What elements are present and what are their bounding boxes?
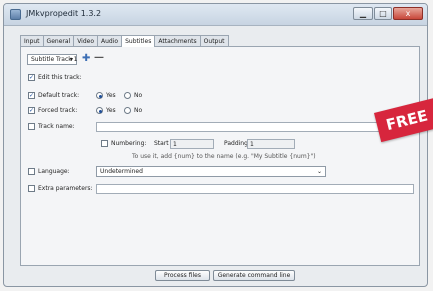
forced-track-checkbox[interactable]: ✓ [28, 107, 35, 114]
track-name-checkbox[interactable] [28, 123, 35, 130]
forced-track-no-label: No [134, 107, 143, 114]
tab-subtitles[interactable]: Subtitles [121, 35, 156, 47]
extra-parameters-checkbox[interactable] [28, 185, 35, 192]
track-name-input[interactable] [96, 122, 414, 132]
add-track-icon[interactable]: ✚ [82, 54, 90, 64]
close-button[interactable]: x [393, 7, 423, 20]
start-input[interactable]: 1 [170, 139, 214, 149]
default-track-no-label: No [134, 92, 143, 99]
default-track-label: Default track: [38, 92, 80, 99]
language-select-value: Undetermined [100, 168, 143, 175]
numbering-label: Numbering: [111, 140, 147, 147]
subtitles-panel: Subtitle Track 1 ▾ ✚ — ✓ Edit this track… [20, 46, 420, 266]
tab-attachments[interactable]: Attachments [154, 35, 201, 46]
extra-parameters-input[interactable] [96, 184, 414, 194]
window-controls: ▁ □ x [353, 7, 423, 21]
forced-track-label: Forced track: [38, 107, 78, 114]
numbering-hint: To use it, add {num} to the name (e.g. "… [132, 153, 316, 160]
process-files-button[interactable]: Process files [155, 270, 210, 281]
numbering-checkbox[interactable] [101, 140, 108, 147]
track-name-label: Track name: [38, 123, 75, 130]
tab-general[interactable]: General [42, 35, 75, 46]
remove-track-icon[interactable]: — [94, 53, 104, 63]
tab-output[interactable]: Output [199, 35, 229, 46]
forced-track-yes-label: Yes [106, 107, 116, 114]
language-select[interactable]: Undetermined ⌄ [96, 166, 326, 177]
title-bar: JMkvpropedit 1.3.2 ▁ □ x [4, 4, 427, 26]
minimize-button[interactable]: ▁ [353, 7, 373, 20]
tab-audio[interactable]: Audio [97, 35, 123, 46]
edit-track-checkbox[interactable]: ✓ [28, 74, 35, 81]
extra-parameters-label: Extra parameters: [38, 185, 93, 192]
padding-input[interactable]: 1 [247, 139, 295, 149]
forced-track-no-radio[interactable] [124, 107, 131, 114]
language-checkbox[interactable] [28, 168, 35, 175]
app-icon [10, 9, 21, 20]
padding-label: Padding [224, 140, 248, 147]
default-track-checkbox[interactable]: ✓ [28, 92, 35, 99]
language-label: Language: [38, 168, 70, 175]
default-track-yes-label: Yes [106, 92, 116, 99]
start-label: Start [154, 140, 169, 147]
chevron-down-icon: ⌄ [316, 168, 322, 175]
track-select[interactable]: Subtitle Track 1 ▾ [27, 54, 77, 65]
tab-video[interactable]: Video [73, 35, 99, 46]
app-window: JMkvpropedit 1.3.2 ▁ □ x Input General V… [3, 3, 428, 287]
chevron-down-icon: ▾ [69, 56, 73, 63]
generate-command-line-button[interactable]: Generate command line [213, 270, 295, 281]
forced-track-yes-radio[interactable] [96, 107, 103, 114]
default-track-yes-radio[interactable] [96, 92, 103, 99]
edit-track-label: Edit this track: [38, 74, 82, 81]
maximize-button[interactable]: □ [374, 7, 392, 20]
tab-input[interactable]: Input [20, 35, 44, 46]
default-track-no-radio[interactable] [124, 92, 131, 99]
window-title: JMkvpropedit 1.3.2 [26, 9, 102, 18]
